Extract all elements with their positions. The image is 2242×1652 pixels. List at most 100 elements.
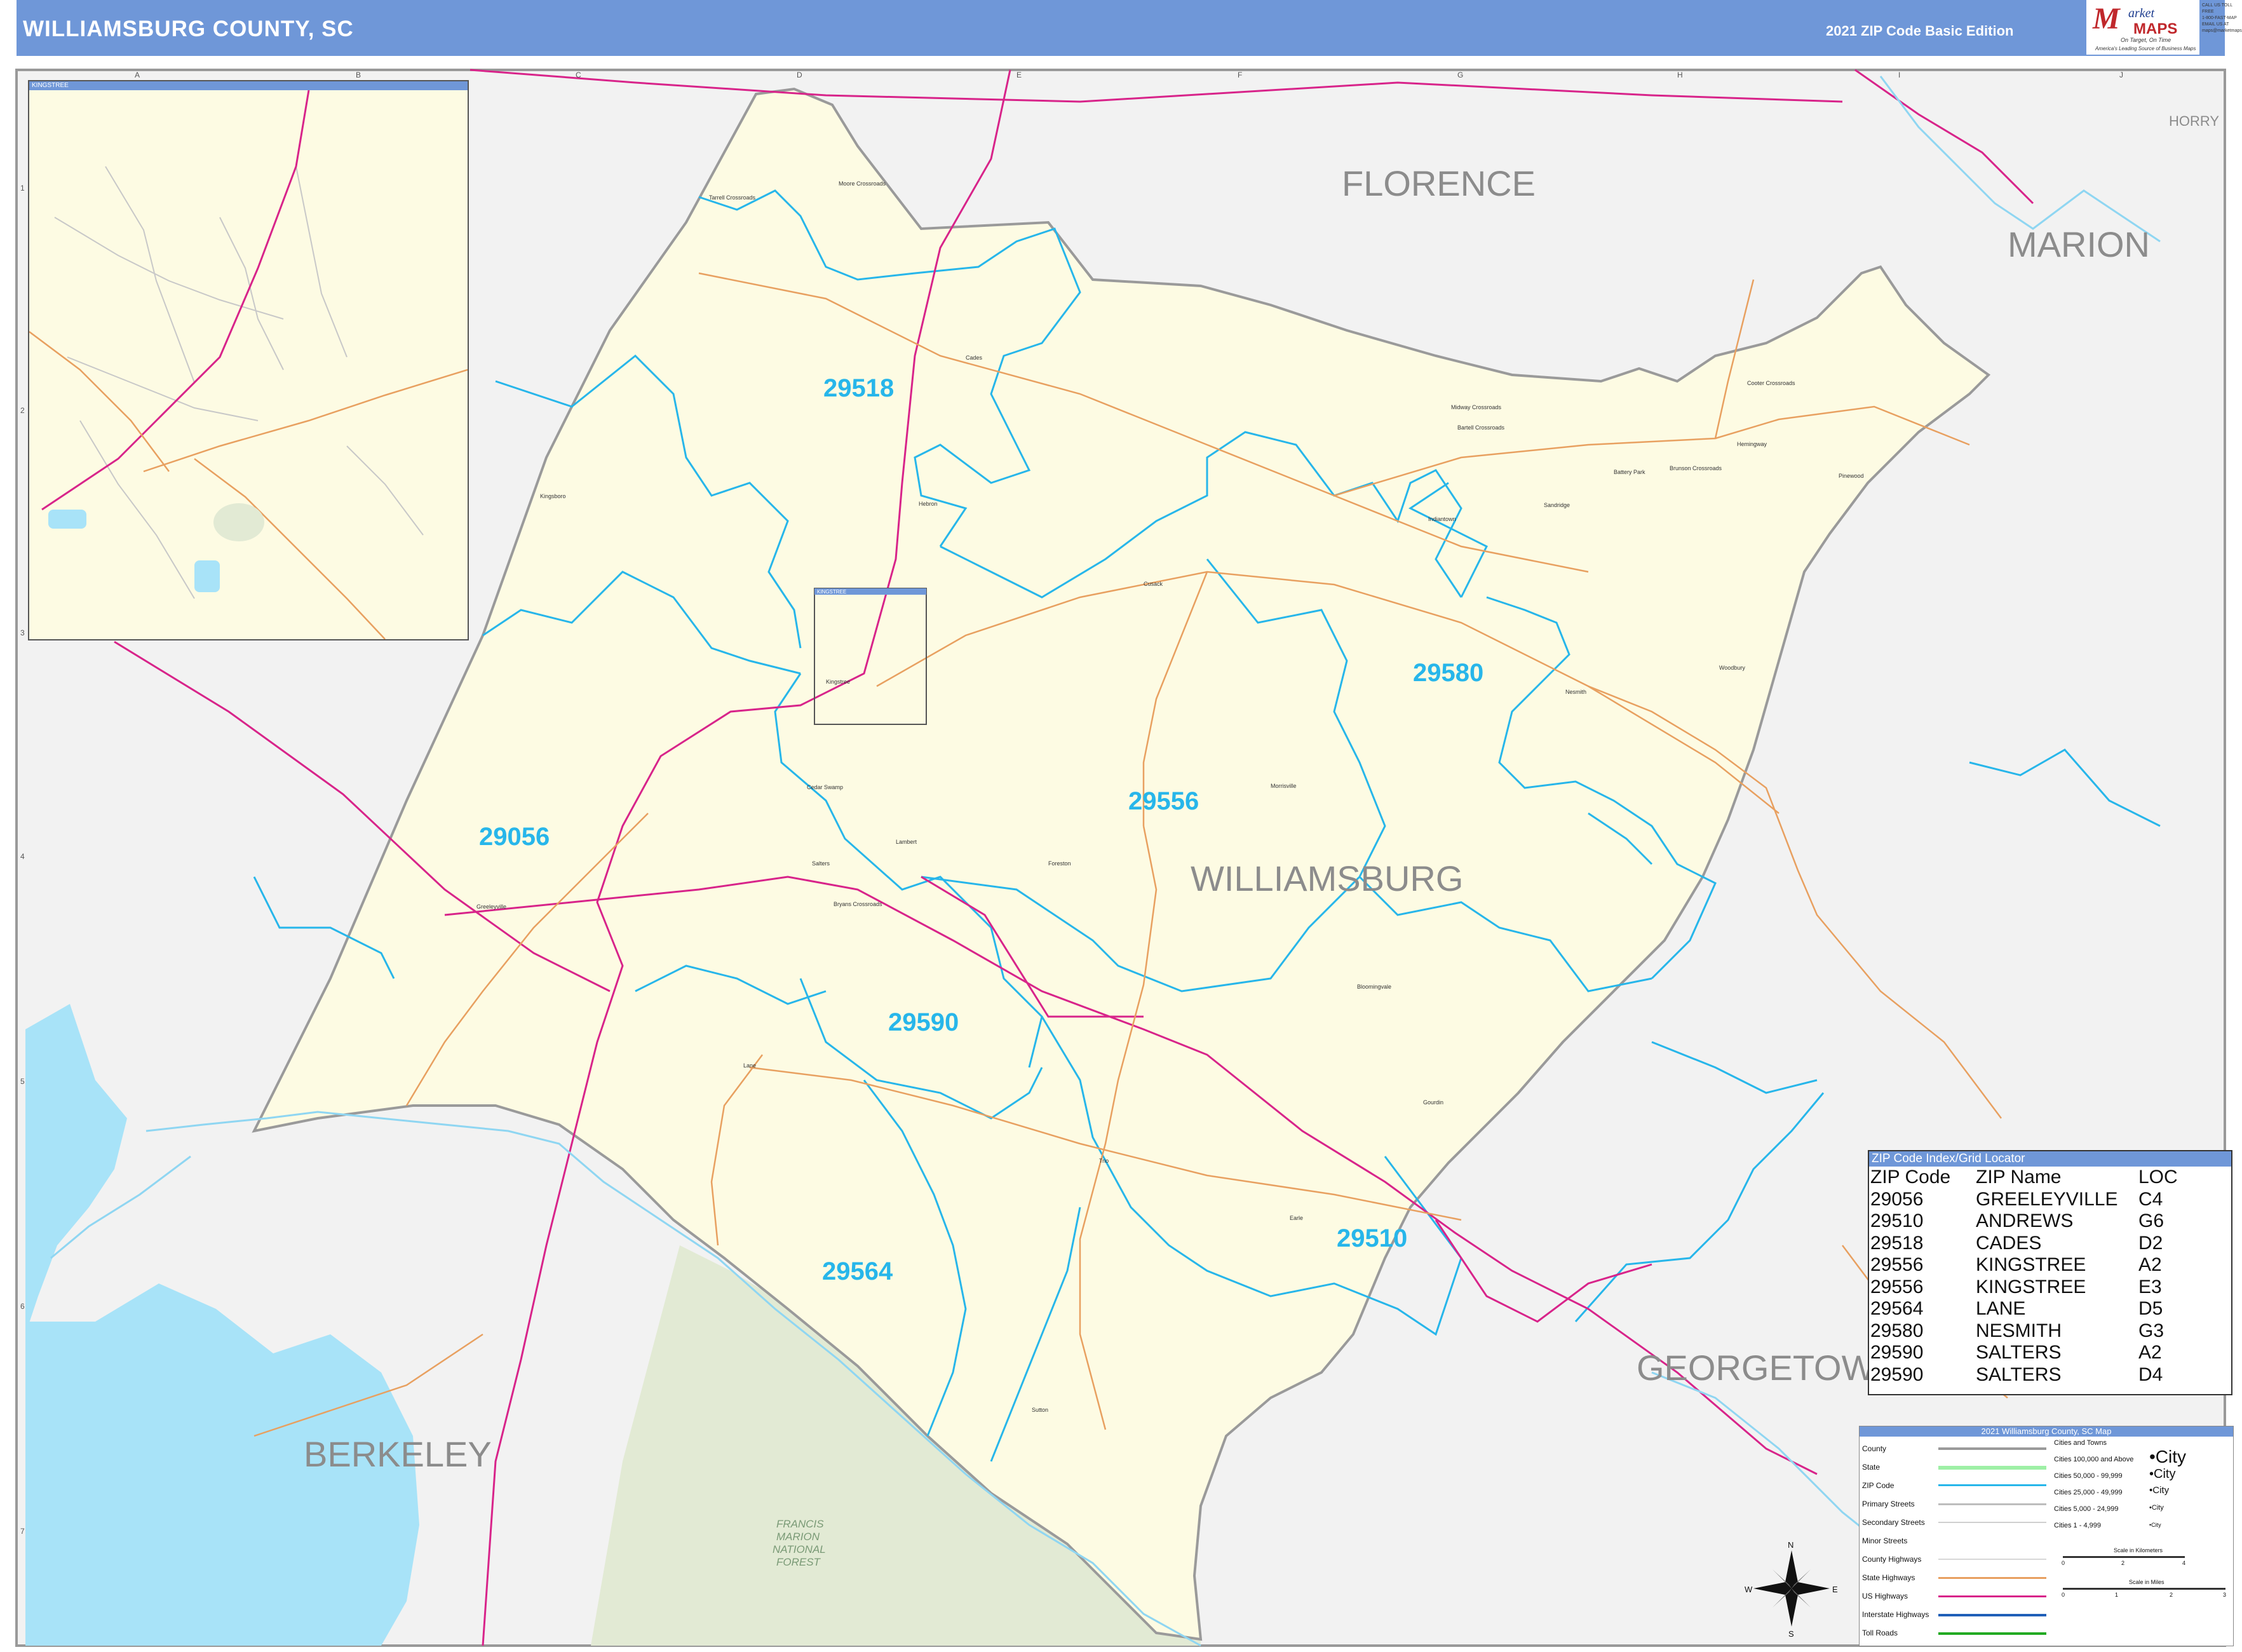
legend-item: County Highways [1862,1555,1922,1564]
legend-city-sample: •City [2149,1447,2187,1466]
grid-col-label: H [1677,71,1683,79]
town-label: Moore Crossroads [839,180,886,187]
legend-item: County [1862,1444,1887,1453]
legend-swatch-primary [1938,1503,2046,1505]
town-label: Brunson Crossroads [1670,465,1722,471]
zip-index-cell: E3 [2138,1276,2162,1297]
scale-km-bar [2063,1556,2185,1558]
town-label: Battery Park [1614,469,1645,475]
town-label: Lane [743,1062,756,1069]
inset-street [219,217,284,370]
zip-index-cell: KINGSTREE [1976,1276,2086,1297]
zip-index-cell: SALTERS [1976,1342,2062,1363]
zip-index-table: ZIP Code ZIP Name LOC 29056 GREELEYVILLE C… [1870,1167,2215,1386]
zip-index-header-row: ZIP Code ZIP Name LOC [1870,1167,2215,1189]
inset-us-highway [41,90,310,511]
county-label-berkeley: BERKELEY [304,1434,492,1474]
county-label-marion: MARION [2008,224,2150,264]
scale-mi-bar [2063,1588,2225,1590]
grid-col-label: B [356,71,361,79]
legend-swatch-county [1938,1447,2046,1450]
legend-swatch-us-hwy [1938,1595,2046,1597]
town-label: Cades [966,355,983,361]
legend-item: Toll Roads [1862,1628,1898,1637]
scale-mi-tick: 1 [2115,1592,2119,1598]
zip-index-row: 29564 LANE D5 [1870,1298,2215,1320]
zip-index-cell: CADES [1976,1232,2042,1254]
grid-row-label: 1 [20,184,25,193]
zip-label: 29580 [1413,659,1483,687]
grid-row-label: 5 [20,1077,25,1086]
compass-e: E [1832,1585,1838,1594]
inset-water [194,560,220,592]
town-label: Bartell Crossroads [1457,424,1505,431]
legend-swatch-secondary [1938,1522,2046,1523]
legend-item: Minor Streets [1862,1536,1908,1545]
zip-index-title: ZIP Code Index/Grid Locator [1869,1151,2231,1167]
grid-row-label: 4 [20,852,25,861]
zip-index-cell: 29556 [1870,1276,1924,1297]
inset-state-highway [29,331,170,472]
kingstree-inset-map: KINGSTREE [28,80,469,640]
town-label: Hemingway [1737,441,1767,447]
zip-label: 29518 [823,374,894,402]
inset-street [54,217,284,320]
town-label: Greeleyville [476,904,506,910]
forest-label-line: MARION [776,1531,820,1543]
legend-city-range: Cities 25,000 - 49,999 [2054,1489,2123,1496]
legend-swatch-toll [1938,1632,2046,1635]
zip-index-row: 29556 KINGSTREE A2 [1870,1254,2215,1276]
town-label: Nesmith [1565,689,1586,695]
zip-label: 29556 [1128,787,1199,815]
legend-swatch-interstate [1938,1614,2046,1616]
town-label: Indiantown [1428,516,1456,522]
town-label: Bryans Crossroads [834,901,882,907]
grid-col-label: C [576,71,581,79]
grid-row-label: 6 [20,1302,25,1311]
grid-col-label: F [1238,71,1242,79]
zip-index-cell: 29518 [1870,1232,1924,1254]
zip-index-cell: LANE [1976,1298,2026,1319]
compass-s: S [1788,1629,1794,1639]
zip-index-cell: D4 [2138,1364,2163,1385]
zip-label: 29056 [479,823,550,851]
zip-index-cell: 29564 [1870,1298,1924,1319]
zip-index-row: 29518 CADES D2 [1870,1233,2215,1255]
grid-col-label: I [1898,71,1900,79]
zip-index-row: 29510 ANDREWS G6 [1870,1210,2215,1233]
county-label-williamsburg: WILLIAMSBURG [1191,858,1463,898]
legend-city-range: Cities 100,000 and Above [2054,1456,2134,1463]
legend-city-range: Cities 5,000 - 24,999 [2054,1505,2119,1513]
zip-index-cell: 29510 [1870,1210,1924,1231]
legend-city-range: Cities 50,000 - 99,999 [2054,1472,2123,1480]
grid-col-label: E [1016,71,1022,79]
scale-mi-tick: 0 [2062,1592,2065,1598]
inset-street [346,445,424,536]
legend-swatch-state [1938,1466,2046,1470]
legend-city-range: Cities 1 - 4,999 [2054,1522,2101,1529]
town-label: Morrisville [1271,783,1297,789]
zip-index-row: 29056 GREELEYVILLE C4 [1870,1189,2215,1211]
legend-swatch-zip [1938,1484,2046,1486]
county-label-georgetown: GEORGETOWN [1637,1348,1901,1388]
zip-index-cell: KINGSTREE [1976,1254,2086,1275]
zip-index-cell: 29056 [1870,1188,1924,1210]
legend-item: State [1862,1463,1881,1472]
town-label: Lambert [896,839,917,845]
scale-km-label: Scale in Kilometers [2114,1547,2163,1554]
map-legend: 2021 Williamsburg County, SC Map County … [1859,1426,2234,1646]
town-label: Bloomingvale [1357,984,1391,990]
zip-index-cell: A2 [2138,1254,2162,1275]
town-label: Sutton [1032,1407,1048,1413]
zip-index-header: ZIP Code [1870,1167,1951,1188]
town-label: Woodbury [1719,665,1745,671]
inset-state-highway [194,458,386,639]
legend-swatch-county-hwy [1938,1559,2046,1560]
zip-index-cell: GREELEYVILLE [1976,1188,2118,1210]
town-label: Foreston [1048,860,1071,867]
legend-city-sample: •City [2149,1522,2161,1528]
zip-index-cell: G6 [2138,1210,2164,1231]
town-label: Cedar Swamp [807,784,843,790]
zip-index-row: 29556 KINGSTREE E3 [1870,1276,2215,1299]
grid-row-label: 3 [20,628,25,637]
